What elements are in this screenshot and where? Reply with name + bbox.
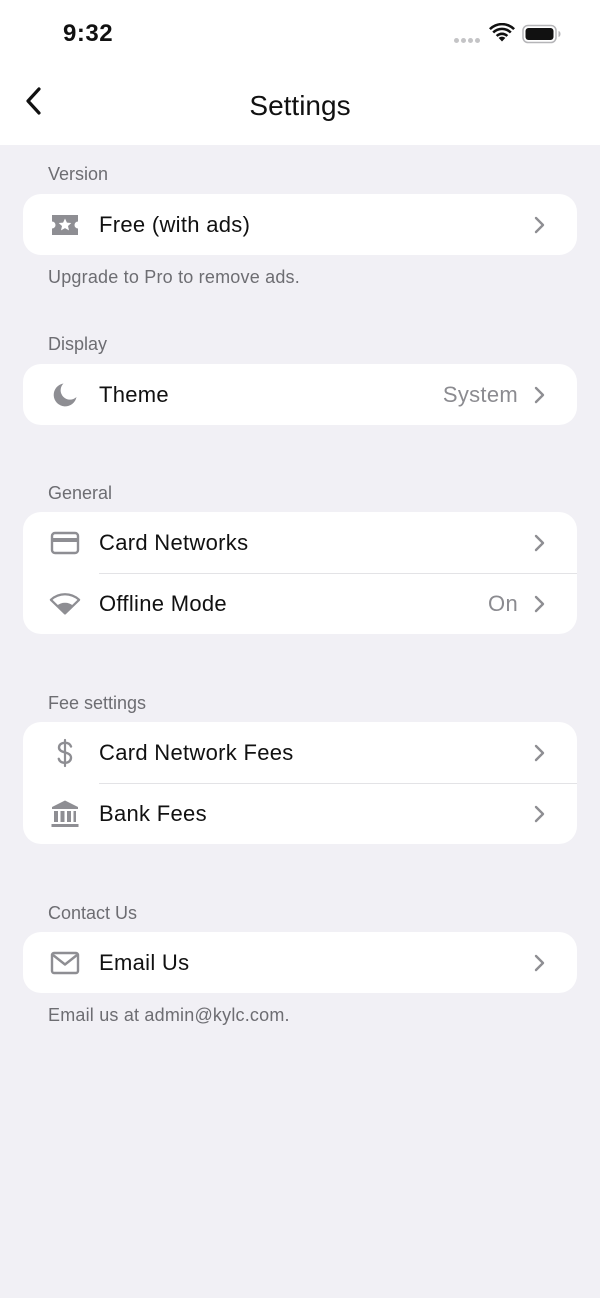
chevron-right-icon <box>534 534 545 552</box>
status-time: 9:32 <box>63 20 114 47</box>
general-group: Card Networks Offline Mode On <box>23 512 577 634</box>
wifi-icon <box>49 588 81 620</box>
bank-icon <box>49 798 81 830</box>
version-footnote: Upgrade to Pro to remove ads. <box>48 267 300 287</box>
section-header-display: Display <box>48 334 108 354</box>
ticket-star-icon <box>49 209 81 241</box>
chevron-right-icon <box>534 386 545 404</box>
header-area: 9:32 Settings <box>0 0 600 145</box>
cellular-signal-icon <box>454 38 482 44</box>
card-network-fees-label: Card Network Fees <box>99 740 294 765</box>
card-networks-row[interactable]: Card Networks <box>23 512 577 573</box>
card-networks-label: Card Networks <box>99 530 249 555</box>
version-group: Free (with ads) <box>23 194 577 255</box>
theme-label: Theme <box>99 382 169 407</box>
section-header-contact: Contact Us <box>48 903 138 923</box>
section-header-fees: Fee settings <box>48 693 147 713</box>
fees-group: Card Network Fees Bank Fees <box>23 722 577 844</box>
bank-fees-row[interactable]: Bank Fees <box>23 783 577 844</box>
chevron-right-icon <box>534 805 545 823</box>
card-network-fees-row[interactable]: Card Network Fees <box>23 722 577 783</box>
dollar-sign-icon <box>49 737 81 769</box>
moon-icon <box>49 379 81 411</box>
version-row[interactable]: Free (with ads) <box>23 194 577 255</box>
bank-fees-label: Bank Fees <box>99 801 207 826</box>
battery-icon <box>522 24 561 44</box>
section-header-general: General <box>48 483 113 503</box>
chevron-right-icon <box>534 954 545 972</box>
wifi-status-icon <box>489 23 515 42</box>
email-us-row[interactable]: Email Us <box>23 932 577 993</box>
credit-card-icon <box>49 527 81 559</box>
contact-group: Email Us <box>23 932 577 993</box>
section-header-version: Version <box>48 164 109 184</box>
version-label: Free (with ads) <box>99 212 251 237</box>
envelope-icon <box>49 947 81 979</box>
offline-mode-value: On <box>488 591 518 616</box>
theme-row[interactable]: Theme System <box>23 364 577 425</box>
page-title: Settings <box>249 90 351 121</box>
theme-value: System <box>442 382 518 407</box>
email-us-label: Email Us <box>99 950 190 975</box>
display-group: Theme System <box>23 364 577 425</box>
chevron-right-icon <box>534 595 545 613</box>
offline-mode-label: Offline Mode <box>99 591 227 616</box>
chevron-right-icon <box>534 216 545 234</box>
offline-mode-row[interactable]: Offline Mode On <box>23 573 577 634</box>
contact-footnote: Email us at admin@kylc.com. <box>48 1005 290 1025</box>
chevron-right-icon <box>534 744 545 762</box>
